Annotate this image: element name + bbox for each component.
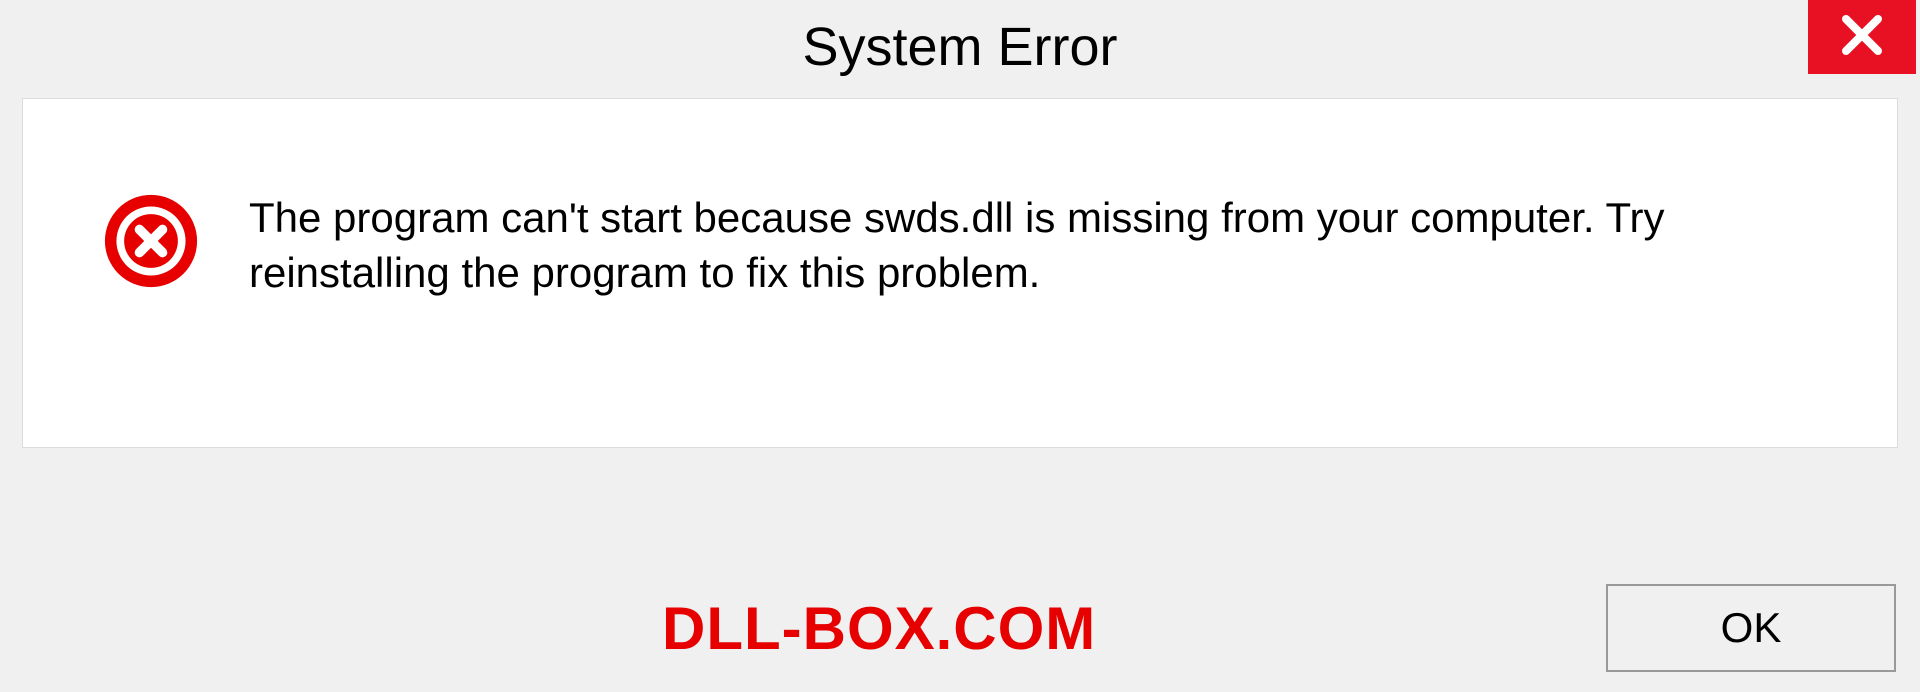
ok-button[interactable]: OK: [1606, 584, 1896, 672]
close-icon: [1840, 13, 1884, 62]
titlebar: System Error: [0, 0, 1920, 94]
close-button[interactable]: [1808, 0, 1916, 74]
dialog-footer: DLL-BOX.COM OK: [0, 584, 1920, 672]
watermark-text: DLL-BOX.COM: [662, 594, 1096, 663]
dialog-content: The program can't start because swds.dll…: [22, 98, 1898, 448]
error-icon: [103, 193, 199, 289]
dialog-title: System Error: [802, 16, 1117, 78]
dialog-message: The program can't start because swds.dll…: [249, 189, 1837, 300]
